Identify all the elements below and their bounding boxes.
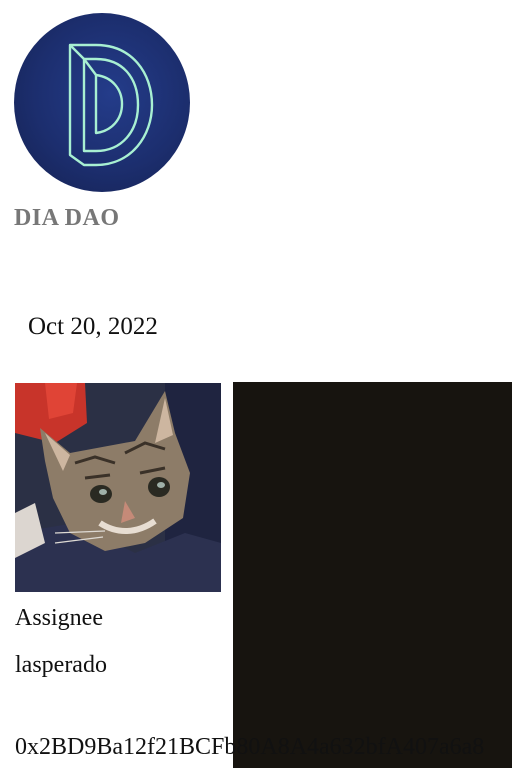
- post-date: Oct 20, 2022: [28, 313, 158, 340]
- dia-dao-logo-graphic: [68, 43, 154, 167]
- assignee-username[interactable]: lasperado: [15, 652, 107, 679]
- org-name: DIA DAO: [14, 205, 120, 231]
- media-preview-panel[interactable]: [233, 382, 512, 768]
- assignee-avatar[interactable]: [15, 383, 221, 592]
- cat-avatar-image: [15, 383, 221, 592]
- assignee-label: Assignee: [15, 605, 103, 631]
- dia-dao-logo-icon: [14, 13, 190, 192]
- assignee-wallet-address[interactable]: 0x2BD9Ba12f21BCFb80A8A4a632bfA407a6a8: [15, 734, 484, 761]
